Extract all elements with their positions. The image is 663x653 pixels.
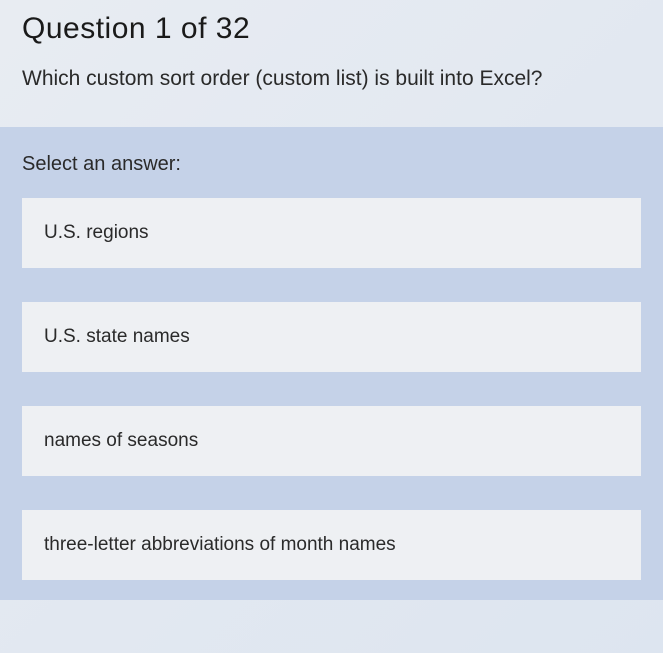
answer-section: Select an answer: U.S. regions U.S. stat… <box>0 127 663 600</box>
option-month-abbreviations[interactable]: three-letter abbreviations of month name… <box>22 510 641 580</box>
options-list: U.S. regions U.S. state names names of s… <box>0 198 663 580</box>
option-us-regions[interactable]: U.S. regions <box>22 198 641 268</box>
question-text: Which custom sort order (custom list) is… <box>0 64 663 127</box>
option-us-state-names[interactable]: U.S. state names <box>22 302 641 372</box>
question-number-header: Question 1 of 32 <box>0 12 663 64</box>
select-answer-label: Select an answer: <box>0 153 663 198</box>
option-names-of-seasons[interactable]: names of seasons <box>22 406 641 476</box>
quiz-container: Question 1 of 32 Which custom sort order… <box>0 0 663 600</box>
